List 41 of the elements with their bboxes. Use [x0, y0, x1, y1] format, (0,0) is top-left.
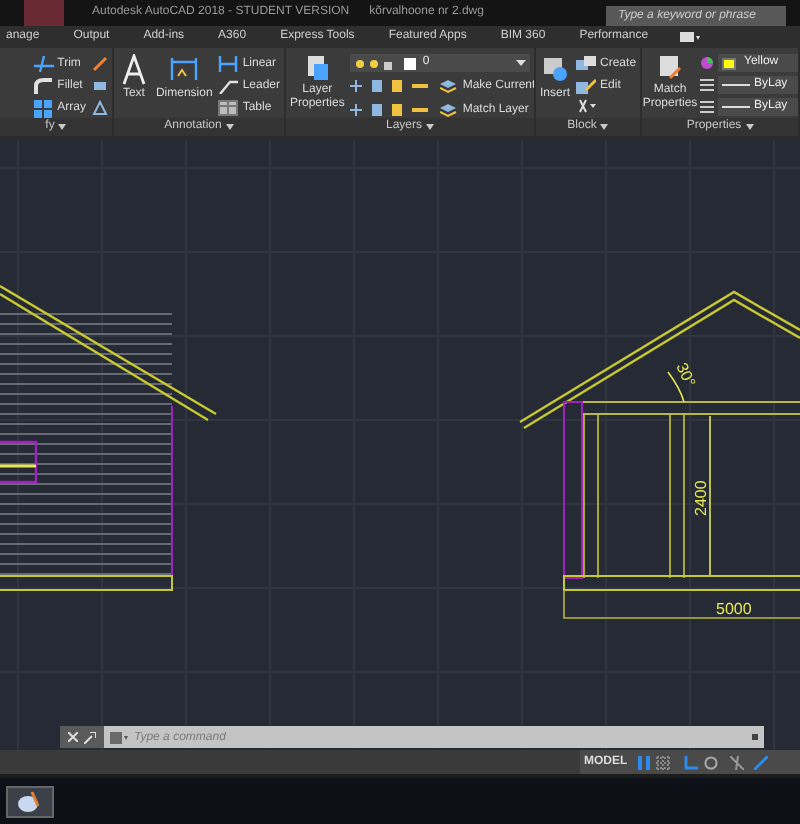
fillet-icon	[33, 77, 54, 95]
layers-icon	[440, 78, 459, 94]
caret-icon[interactable]	[745, 124, 754, 130]
dimension-label: 5000	[716, 600, 752, 618]
leader-icon	[218, 78, 239, 94]
caret-icon[interactable]	[58, 124, 67, 130]
caret-icon[interactable]	[225, 124, 234, 130]
close-icon[interactable]	[67, 732, 78, 742]
layer-color-swatch	[404, 57, 417, 69]
caret-icon[interactable]	[600, 124, 609, 130]
insert-icon	[541, 54, 569, 82]
osnap-icon[interactable]	[753, 755, 768, 769]
grid-icon	[33, 99, 54, 117]
dimension-label: 30°	[672, 360, 699, 390]
line-sample	[722, 106, 750, 108]
grid-icon[interactable]	[637, 755, 650, 769]
color-wheel-icon[interactable]	[700, 56, 714, 70]
dimension-label: 2400	[692, 480, 710, 516]
linear-dimension-icon	[218, 56, 239, 72]
line-sample	[722, 84, 750, 86]
lineweight-icon[interactable]	[700, 78, 714, 92]
snap-icon[interactable]	[655, 755, 670, 769]
caret-icon	[516, 60, 527, 66]
caret-icon[interactable]	[426, 124, 434, 130]
dimension-icon	[170, 54, 199, 82]
polar-icon[interactable]	[703, 755, 718, 769]
edit-block-icon	[576, 78, 597, 94]
lineweight-icon[interactable]	[700, 100, 714, 114]
ortho-icon[interactable]	[683, 755, 698, 769]
layer-properties-icon	[305, 54, 330, 82]
prompt-icon[interactable]	[110, 731, 128, 743]
trim-icon	[33, 56, 54, 72]
table-icon	[218, 100, 239, 116]
paint-app-icon[interactable]	[6, 785, 54, 817]
isometric-icon[interactable]	[729, 755, 744, 769]
layers-icon	[440, 102, 459, 118]
match-properties-icon	[658, 54, 682, 82]
panel-toggle-icon[interactable]	[680, 32, 701, 42]
triangle-icon[interactable]	[92, 100, 108, 116]
create-block-icon	[576, 56, 597, 72]
text-icon	[121, 54, 146, 86]
